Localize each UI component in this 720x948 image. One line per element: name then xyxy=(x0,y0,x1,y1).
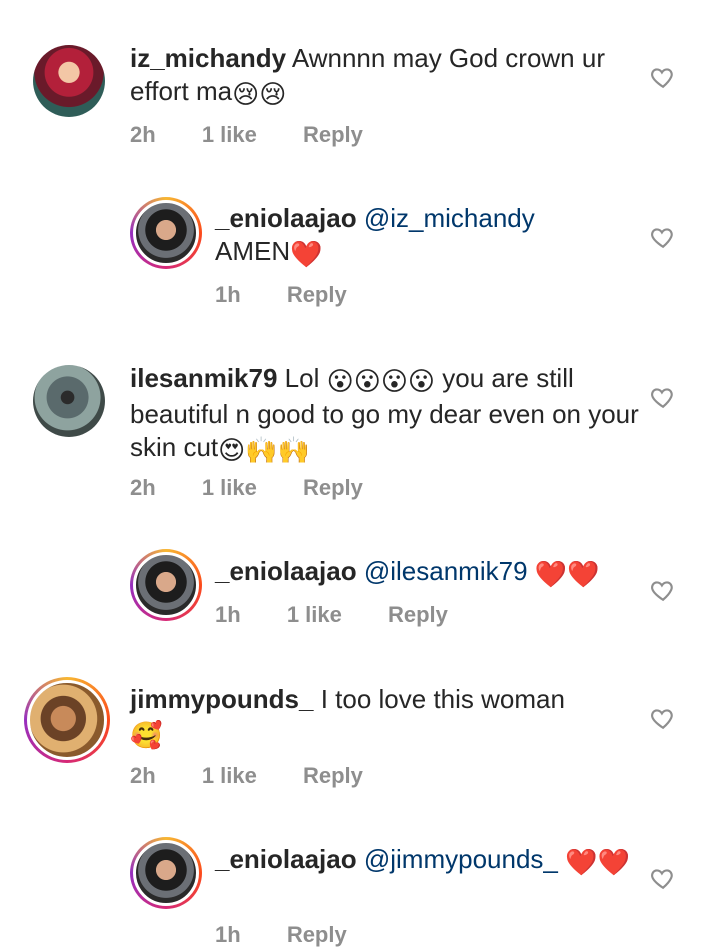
comment-text: ilesanmik79 Lol 😮😮😮😮 you are still beaut… xyxy=(130,362,640,467)
username[interactable]: _eniolaajao xyxy=(215,844,357,874)
comment-body: I too love this woman xyxy=(320,684,565,714)
timestamp: 1h xyxy=(215,602,241,627)
heart-icon[interactable] xyxy=(650,224,676,250)
timestamp: 2h xyxy=(130,763,156,788)
avatar[interactable] xyxy=(24,677,110,763)
heart-icon[interactable] xyxy=(650,64,676,90)
heart-icon[interactable] xyxy=(650,865,676,891)
emoji: 😍🙌🙌 xyxy=(218,435,311,465)
avatar[interactable] xyxy=(130,197,202,269)
comment-text: _eniolaajao @ilesanmik79 ❤️❤️ xyxy=(215,555,635,591)
reply-button[interactable]: Reply xyxy=(388,602,448,627)
comment-body-prefix: Lol xyxy=(284,363,320,393)
emoji: 😢😢 xyxy=(232,79,287,109)
timestamp: 2h xyxy=(130,122,156,147)
mention-link[interactable]: @ilesanmik79 xyxy=(364,556,528,586)
comment-meta: 1h Reply xyxy=(215,922,387,948)
likes-count[interactable]: 1 like xyxy=(202,763,257,788)
comment-meta: 2h 1 like Reply xyxy=(130,475,403,501)
emoji: 😮😮😮😮 xyxy=(326,366,436,396)
avatar[interactable] xyxy=(130,549,202,621)
mention-link[interactable]: @jimmypounds_ xyxy=(364,844,558,874)
username[interactable]: iz_michandy xyxy=(130,43,286,73)
heart-icon[interactable] xyxy=(650,705,676,731)
likes-count[interactable]: 1 like xyxy=(202,475,257,500)
likes-count[interactable]: 1 like xyxy=(202,122,257,147)
emoji: 🥰 xyxy=(130,720,163,750)
mention-link[interactable]: @iz_michandy xyxy=(364,203,535,233)
username[interactable]: ilesanmik79 xyxy=(130,363,277,393)
comment-meta: 2h 1 like Reply xyxy=(130,122,403,148)
timestamp: 2h xyxy=(130,475,156,500)
heart-icon[interactable] xyxy=(650,384,676,410)
username[interactable]: _eniolaajao xyxy=(215,203,357,233)
comment-text: jimmypounds_ I too love this woman 🥰 xyxy=(130,683,640,752)
comment-text: _eniolaajao @iz_michandy AMEN❤️ xyxy=(215,202,635,271)
emoji: ❤️ xyxy=(290,239,323,269)
comment-meta: 1h 1 like Reply xyxy=(215,602,488,628)
username[interactable]: jimmypounds_ xyxy=(130,684,313,714)
reply-button[interactable]: Reply xyxy=(303,763,363,788)
timestamp: 1h xyxy=(215,922,241,947)
likes-count[interactable]: 1 like xyxy=(287,602,342,627)
emoji: ❤️❤️ xyxy=(534,559,600,589)
comment-text: _eniolaajao @jimmypounds_ ❤️❤️ xyxy=(215,843,635,879)
avatar[interactable] xyxy=(33,365,105,437)
reply-button[interactable]: Reply xyxy=(303,122,363,147)
avatar[interactable] xyxy=(33,45,105,117)
timestamp: 1h xyxy=(215,282,241,307)
comment-text: iz_michandy Awnnnn may God crown ur effo… xyxy=(130,42,640,111)
reply-button[interactable]: Reply xyxy=(303,475,363,500)
comment-meta: 2h 1 like Reply xyxy=(130,763,403,789)
heart-icon[interactable] xyxy=(650,577,676,603)
reply-button[interactable]: Reply xyxy=(287,922,347,947)
avatar[interactable] xyxy=(130,837,202,909)
comment-meta: 1h Reply xyxy=(215,282,387,308)
reply-button[interactable]: Reply xyxy=(287,282,347,307)
username[interactable]: _eniolaajao xyxy=(215,556,357,586)
comment-body: AMEN xyxy=(215,236,291,266)
emoji: ❤️❤️ xyxy=(565,847,630,877)
